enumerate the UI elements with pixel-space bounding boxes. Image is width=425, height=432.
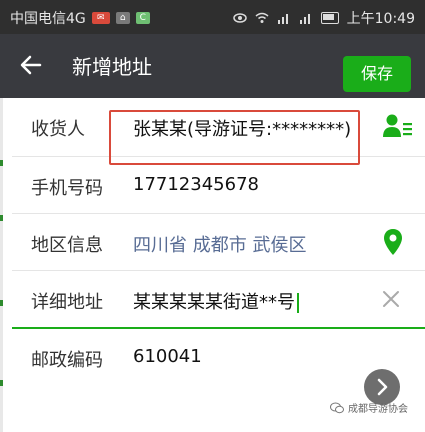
wechat-icon [330, 402, 344, 413]
status-bar-right: 上午10:49 [232, 8, 415, 28]
watermark: 成都导游协会 [330, 400, 408, 415]
recipient-label: 收货人 [31, 119, 85, 140]
back-arrow-icon[interactable] [18, 52, 44, 78]
edge-marker [0, 380, 3, 386]
battery-icon [320, 12, 339, 24]
notification-icon: ⌂ [115, 12, 130, 24]
address-value: 某某某某某街道**号 [133, 292, 295, 313]
form-row-address[interactable]: 详细地址 某某某某某街道**号 [12, 271, 425, 329]
address-field[interactable]: 某某某某某街道**号 [133, 288, 299, 314]
notification-icon: ✉ [91, 12, 110, 24]
eye-icon [232, 13, 247, 23]
save-button[interactable]: 保存 [343, 56, 411, 92]
address-form: 收货人 张某某(导游证号:********) 手机号码 17712345678 … [0, 98, 425, 385]
location-pin-icon[interactable] [383, 228, 403, 256]
form-row-region[interactable]: 地区信息 四川省 成都市 武侯区 [12, 214, 425, 271]
form-row-phone[interactable]: 手机号码 17712345678 [12, 157, 425, 214]
edge-marker [0, 215, 3, 221]
watermark-text: 成都导游协会 [348, 404, 408, 415]
clear-icon[interactable] [381, 289, 401, 309]
edge-marker [0, 160, 3, 166]
signal-icon [277, 14, 288, 24]
phone-field[interactable]: 17712345678 [133, 174, 259, 195]
postcode-label: 邮政编码 [31, 350, 103, 371]
status-bar-left: 中国电信4G ✉ ⌂ C [10, 8, 150, 28]
form-row-recipient[interactable]: 收货人 张某某(导游证号:********) [12, 98, 425, 165]
status-bar: 中国电信4G ✉ ⌂ C 上午10:49 [0, 0, 425, 34]
text-cursor [297, 293, 299, 313]
postcode-field[interactable]: 610041 [133, 346, 202, 367]
nav-bar: 新增地址 保存 [0, 34, 425, 98]
app-notification-icon: C [135, 12, 150, 24]
address-label: 详细地址 [31, 292, 103, 313]
carrier-label: 中国电信4G [10, 11, 86, 27]
region-label: 地区信息 [31, 235, 103, 256]
clock: 上午10:49 [346, 11, 415, 27]
region-field[interactable]: 四川省 成都市 武侯区 [133, 231, 306, 257]
phone-label: 手机号码 [31, 178, 103, 199]
signal-icon [299, 14, 310, 24]
contact-list-icon[interactable] [383, 113, 413, 139]
recipient-field[interactable]: 张某某(导游证号:********) [133, 115, 351, 141]
wifi-icon [255, 12, 269, 23]
page-title: 新增地址 [72, 55, 152, 79]
edge-marker [0, 300, 3, 306]
